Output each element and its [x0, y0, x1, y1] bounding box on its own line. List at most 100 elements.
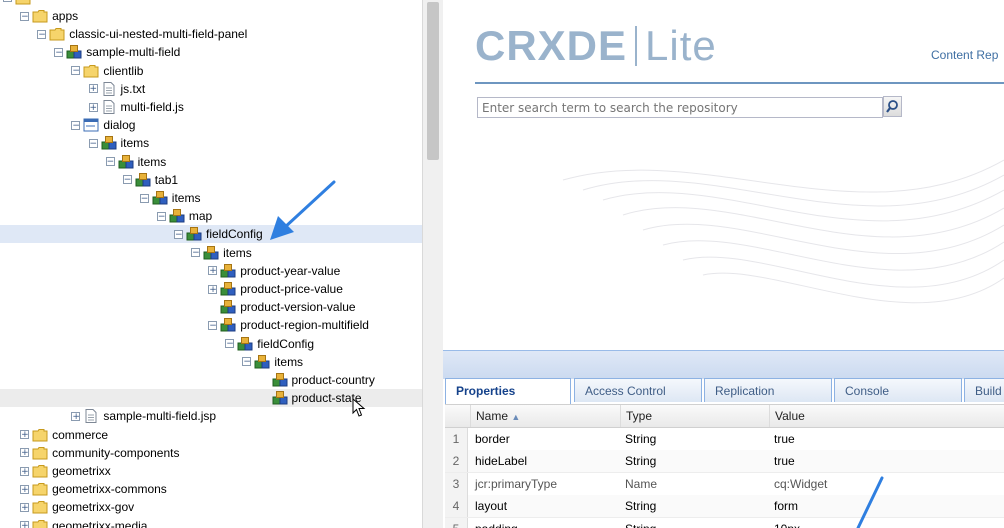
tree-node[interactable]: + community-components	[20, 444, 179, 462]
tree-node-label: product-price-value	[240, 282, 343, 296]
expand-toggle-icon[interactable]: +	[71, 411, 81, 421]
search-button[interactable]	[883, 96, 902, 117]
content-repository-link[interactable]: Content Rep	[931, 48, 998, 62]
row-number-cell: 2	[445, 450, 468, 473]
tree-node[interactable]: + geometrixx	[20, 462, 111, 480]
collapse-toggle-icon[interactable]: −	[71, 120, 81, 130]
tree-node-label: items	[120, 136, 150, 151]
property-name-cell: jcr:primaryType	[475, 476, 558, 491]
folder-icon-graphic	[83, 64, 99, 78]
collapse-toggle-icon[interactable]: −	[242, 357, 252, 367]
tab-console[interactable]: Console	[834, 378, 962, 402]
collapse-toggle-icon[interactable]: −	[208, 320, 218, 330]
property-value-cell: true	[774, 432, 795, 446]
tree-node[interactable]: product-country	[260, 371, 375, 389]
tree-scrollbar-thumb[interactable]	[427, 2, 439, 160]
table-row[interactable]: 5 padding String 10px	[445, 517, 1004, 528]
tree-node-label: geometrixx-commons	[52, 482, 167, 497]
collapse-toggle-icon[interactable]: −	[71, 66, 81, 76]
tab-build[interactable]: Build	[964, 378, 1004, 402]
collapse-toggle-icon[interactable]: −	[20, 11, 30, 21]
tree-node[interactable]: − tab1	[122, 171, 179, 189]
header-divider	[475, 82, 1004, 84]
property-value-cell: cq:Widget	[774, 476, 828, 491]
tree-node[interactable]: product-state	[260, 389, 362, 407]
tree-node[interactable]: + js.txt	[88, 80, 145, 98]
tree-node[interactable]: −	[3, 0, 35, 7]
tree-scrollbar[interactable]	[422, 0, 443, 528]
expand-toggle-icon[interactable]: +	[208, 284, 218, 294]
tree-node[interactable]: + geometrixx-gov	[20, 498, 134, 516]
search-input[interactable]	[478, 98, 866, 117]
tree-node[interactable]: − sample-multi-field	[54, 43, 180, 61]
node-icon	[272, 391, 288, 405]
tab-properties[interactable]: Properties	[445, 378, 571, 404]
tree-node[interactable]: + commerce	[20, 426, 108, 444]
property-name-cell: hideLabel	[475, 454, 528, 469]
tree-node[interactable]: − items	[242, 353, 303, 371]
collapse-toggle-icon[interactable]: −	[225, 339, 235, 349]
node-icon	[152, 191, 168, 205]
expand-toggle-icon[interactable]: +	[20, 448, 30, 458]
tree-node-label: tab1	[154, 172, 179, 187]
logo-thin-text: Lite	[645, 22, 717, 69]
type-column-header[interactable]: Type	[620, 405, 769, 427]
tree-node[interactable]: + product-year-value	[208, 262, 340, 280]
expand-toggle-icon[interactable]: +	[88, 84, 98, 94]
tree-node-label: geometrixx-gov	[52, 500, 135, 515]
collapse-toggle-icon[interactable]: −	[37, 29, 47, 39]
tree-node[interactable]: − items	[191, 244, 252, 262]
tree-node[interactable]: + product-price-value	[208, 280, 343, 298]
collapse-toggle-icon[interactable]: −	[54, 47, 64, 57]
tree-node[interactable]: − items	[139, 189, 200, 207]
collapse-toggle-icon[interactable]: −	[122, 175, 132, 185]
tree-node-label: items	[274, 354, 304, 369]
collapse-toggle-icon[interactable]: −	[3, 0, 12, 3]
expand-toggle-icon[interactable]: +	[20, 521, 30, 528]
expand-toggle-icon[interactable]: +	[208, 266, 218, 276]
tree-node[interactable]: + geometrixx-commons	[20, 480, 167, 498]
table-row[interactable]: 4 layout String form	[445, 495, 1004, 519]
tree-node[interactable]: − apps	[20, 7, 78, 25]
name-column-header[interactable]: Name ▲	[470, 405, 620, 427]
collapse-toggle-icon[interactable]: −	[156, 211, 166, 221]
collapse-toggle-icon[interactable]: −	[191, 248, 201, 258]
collapse-toggle-icon[interactable]: −	[88, 138, 98, 148]
node-icon	[220, 263, 236, 278]
tree-node[interactable]: + geometrixx-media	[20, 517, 147, 528]
collapse-toggle-icon[interactable]: −	[139, 193, 149, 203]
tree-node[interactable]: − items	[88, 134, 150, 152]
property-type-cell: String	[625, 518, 769, 528]
component-icon-graphic	[66, 45, 82, 59]
tab-replication[interactable]: Replication	[704, 378, 832, 402]
tree-node[interactable]: − classic-ui-nested-multi-field-panel	[37, 25, 247, 43]
row-number-cell: 4	[445, 495, 468, 518]
collapse-toggle-icon[interactable]: −	[174, 229, 183, 239]
expand-toggle-icon[interactable]: +	[20, 502, 30, 512]
tree-node[interactable]: product-version-value	[208, 298, 356, 316]
folder-icon-graphic	[32, 446, 48, 460]
tree-node[interactable]: − map	[156, 207, 212, 225]
tree-node[interactable]: − dialog	[71, 116, 135, 134]
tree-node[interactable]: − clientlib	[71, 62, 143, 80]
name-header-label: Name	[476, 409, 509, 423]
tree-node[interactable]: + sample-multi-field.jsp	[71, 407, 216, 425]
table-row[interactable]: 2 hideLabel String true	[445, 450, 1004, 474]
expand-toggle-icon[interactable]: +	[20, 484, 30, 494]
expand-toggle-icon[interactable]: +	[20, 466, 30, 476]
expand-toggle-icon[interactable]: +	[20, 430, 30, 440]
tree-node[interactable]: − items	[105, 153, 166, 171]
node-icon	[186, 227, 202, 241]
tree-node[interactable]: + multi-field.js	[88, 98, 184, 116]
expand-toggle-icon[interactable]: +	[88, 102, 98, 112]
table-row[interactable]: 1 border String true	[445, 428, 1004, 451]
folder-icon-graphic	[49, 28, 65, 41]
table-row[interactable]: 3 jcr:primaryType Name cq:Widget	[445, 472, 1004, 496]
collapse-toggle-icon[interactable]: −	[105, 157, 115, 167]
tab-access-control[interactable]: Access Control	[574, 378, 702, 402]
file-icon	[101, 100, 117, 114]
value-column-header[interactable]: Value	[769, 405, 1004, 427]
tree-node[interactable]: − fieldConfig	[225, 335, 314, 353]
tree-node[interactable]: − product-region-multifield	[208, 316, 369, 334]
tree-node[interactable]: − fieldConfig	[174, 225, 263, 243]
